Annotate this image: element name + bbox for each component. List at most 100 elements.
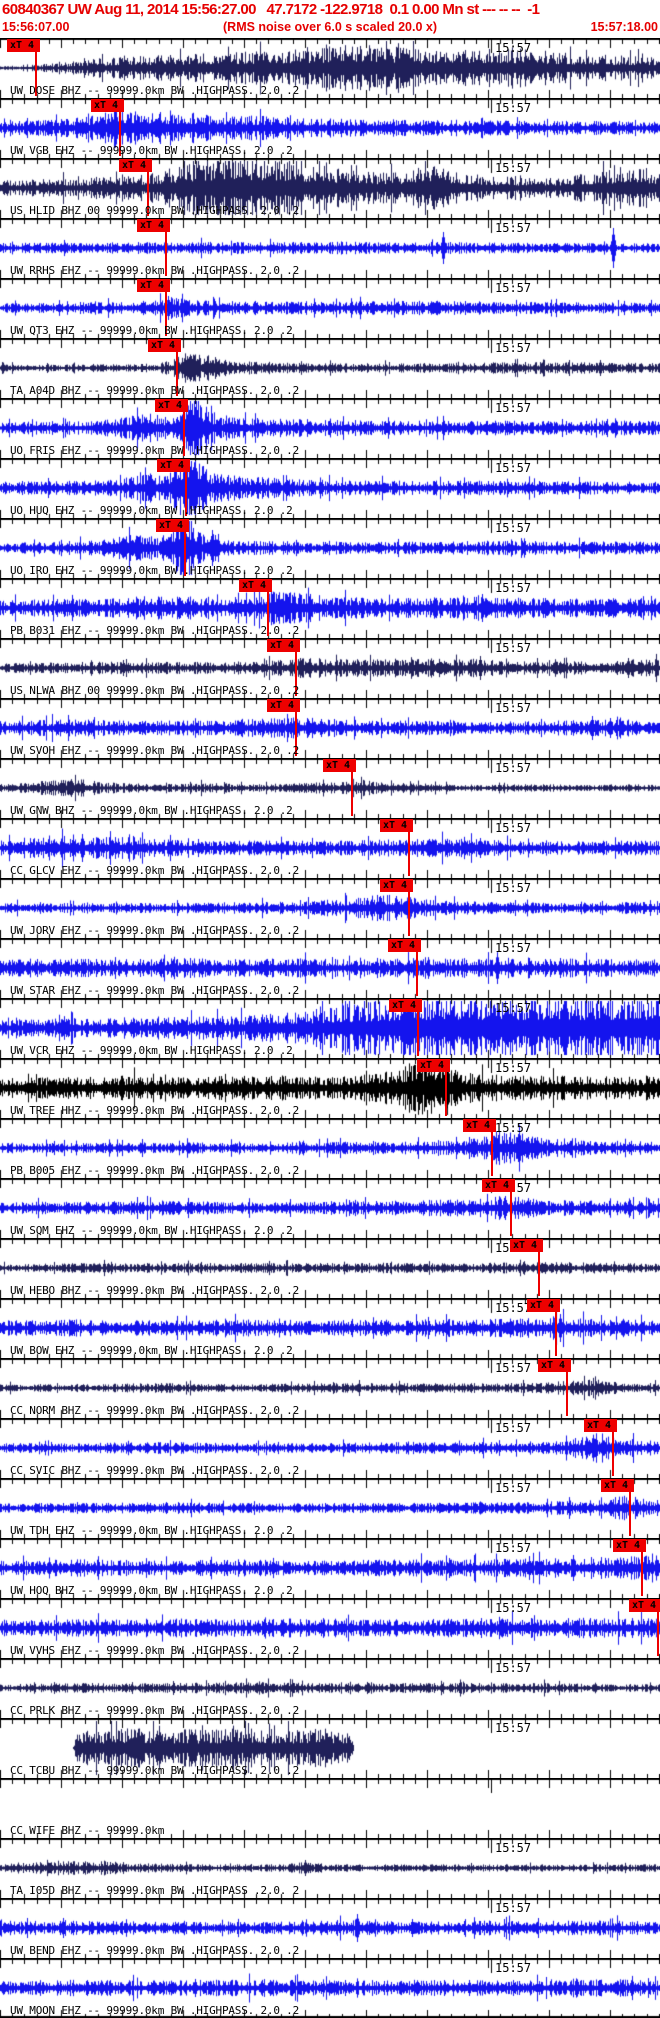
minute-time-label: 15:57 [495, 821, 532, 835]
station-label: UW VCR EHZ -- 99999.0km BW .HIGHPASS. 2.… [10, 1044, 293, 1057]
station-label: UW QT3 EHZ -- 99999.0km BW .HIGHPASS. 2.… [10, 324, 293, 337]
time-window-bar: 15:56:07.00 (RMS noise over 6.0 s scaled… [0, 19, 660, 36]
minute-time-label: 15:57 [495, 1421, 532, 1435]
station-label: CC WIFE BHZ -- 99999.0km [10, 1824, 165, 1837]
pick-flag[interactable]: xT 4 [7, 39, 40, 52]
pick-flag[interactable]: xT 4 [155, 399, 188, 412]
minute-time-label: 15:57 [495, 1001, 532, 1015]
pick-flag[interactable]: xT 4 [584, 1419, 617, 1432]
trace-row-uw-tdh-ehz: 15:57 xT 4 UW TDH EHZ -- 99999.0km BW .HIG… [0, 1478, 660, 1538]
minute-time-label: 15:57 [495, 401, 532, 415]
minute-time-label: 15:57 [495, 761, 532, 775]
pick-flag[interactable]: xT 4 [137, 219, 170, 232]
minute-time-label: 15:57 [495, 1601, 532, 1615]
station-label: UW SQM EHZ -- 99999.0km BW .HIGHPASS. 2.… [10, 1224, 293, 1237]
station-label: UW BOW EHZ -- 99999.0km BW .HIGHPASS. 2.… [10, 1344, 293, 1357]
trace-row-uw-rrhs-ehz: 15:57 xT 4 UW RRHS EHZ -- 99999.0km BW .HI… [0, 218, 660, 278]
pick-flag[interactable]: xT 4 [527, 1299, 560, 1312]
pick-flag[interactable]: xT 4 [463, 1119, 496, 1132]
minute-time-label: 15:57 [495, 881, 532, 895]
minute-time-label: 15:57 [495, 1301, 532, 1315]
pick-flag[interactable]: xT 4 [137, 279, 170, 292]
event-summary-line: 60840367 UW Aug 11, 2014 15:56:27.00 47.… [2, 1, 540, 18]
trace-row-uw-bend-ehz: 15:57 UW BEND EHZ -- 99999.0km BW .HIGHPA… [0, 1898, 660, 1958]
pick-flag[interactable]: xT 4 [380, 819, 413, 832]
trace-row-uw-jorv-ehz: 15:57 xT 4 UW JORV EHZ -- 99999.0km BW .HI… [0, 878, 660, 938]
trace-row-uw-vcr-ehz: 15:57 xT 4 UW VCR EHZ -- 99999.0km BW .HIG… [0, 998, 660, 1058]
minute-time-label: 15:57 [495, 641, 532, 655]
minute-time-label: 15:57 [495, 101, 532, 115]
station-label: UW RRHS EHZ -- 99999.0km BW .HIGHPASS. 2… [10, 264, 300, 277]
pick-flag[interactable]: xT 4 [482, 1179, 515, 1192]
pick-flag[interactable]: xT 4 [239, 579, 272, 592]
station-label: UW TREE HHZ -- 99999.0km BW .HIGHPASS. 2… [10, 1104, 300, 1117]
station-label: UW STAR EHZ -- 99999.0km BW .HIGHPASS. 2… [10, 984, 300, 997]
station-label: UO FRIS EHZ -- 99999.0km BW .HIGHPASS. 2… [10, 444, 300, 457]
pick-flag[interactable]: xT 4 [380, 879, 413, 892]
station-label: UW BEND EHZ -- 99999.0km BW .HIGHPASS. 2… [10, 1944, 300, 1957]
minute-time-label: 15:57 [495, 1541, 532, 1555]
pick-flag[interactable]: xT 4 [538, 1359, 571, 1372]
station-label: UW GNW BHZ -- 99999.0km BW .HIGHPASS. 2.… [10, 804, 293, 817]
pick-flag[interactable]: xT 4 [119, 159, 152, 172]
minute-time-label: 15:57 [495, 461, 532, 475]
trace-row-uw-dose-bhz: 15:57 xT 4 UW DOSE BHZ -- 99999.0km BW .HI… [0, 38, 660, 98]
station-label: UW VGB EHZ -- 99999.0km BW .HIGHPASS. 2.… [10, 144, 293, 157]
pick-flag[interactable]: xT 4 [629, 1599, 660, 1612]
station-label: UW TDH EHZ -- 99999.0km BW .HIGHPASS. 2.… [10, 1524, 293, 1537]
station-label: TA I05D BHZ -- 99999.0km BW .HIGHPASS .2… [10, 1884, 300, 1897]
station-label: PB B031 EHZ -- 99999.0km BW .HIGHPASS. 2… [10, 624, 300, 637]
station-label: UW HEBO BHZ -- 99999.0km BW .HIGHPASS. 2… [10, 1284, 300, 1297]
pick-flag[interactable]: xT 4 [613, 1539, 646, 1552]
minute-time-label: 15:57 [495, 1061, 532, 1075]
trace-row-pb-b031-ehz: 15:57 xT 4 PB B031 EHZ -- 99999.0km BW .HI… [0, 578, 660, 638]
window-end-time: 15:57:18.00 [590, 20, 658, 34]
pick-flag[interactable]: xT 4 [156, 519, 189, 532]
trace-row-uw-sqm-ehz: 15:57xT 4UW SQM EHZ -- 99999.0km BW .HIG… [0, 1178, 660, 1238]
trace-row-ta-a04d-bhz: 15:57 xT 4 TA A04D BHZ -- 99999.0km BW .HI… [0, 338, 660, 398]
pick-flag[interactable]: xT 4 [389, 999, 422, 1012]
station-label: CC GLCV EHZ -- 99999.0km BW .HIGHPASS. 2… [10, 864, 300, 877]
pick-flag[interactable]: xT 4 [148, 339, 181, 352]
trace-row-cc-tcbu-bhz: 15:57 CC TCBU BHZ -- 99999.0km BW .HIGHPA… [0, 1718, 660, 1778]
minute-time-label: 15:57 [495, 281, 532, 295]
station-label: CC SVIC BHZ -- 99999.0km BW .HIGHPASS. 2… [10, 1464, 300, 1477]
station-label: US NLWA BHZ 00 99999.0km BW .HIGHPASS. 2… [10, 684, 300, 697]
pick-flag[interactable]: xT 4 [601, 1479, 634, 1492]
trace-row-uo-iro-ehz: 15:57 xT 4 UO IRO EHZ -- 99999.0km BW .HIG… [0, 518, 660, 578]
pick-flag[interactable]: xT 4 [417, 1059, 450, 1072]
trace-row-ta-i05d-bhz: 15:57 TA I05D BHZ -- 99999.0km BW .HIGHPA… [0, 1838, 660, 1898]
pick-flag[interactable]: xT 4 [388, 939, 421, 952]
station-label: CC PRLK BHZ -- 99999.0km BW .HIGHPASS. 2… [10, 1704, 300, 1717]
trace-row-uw-bow-ehz: 15:57 xT 4 UW BOW EHZ -- 99999.0km BW .HIG… [0, 1298, 660, 1358]
minute-time-label: 15:57 [495, 521, 532, 535]
pick-flag[interactable]: xT 4 [91, 99, 124, 112]
trace-row-uw-vgb-ehz: 15:57 xT 4 UW VGB EHZ -- 99999.0km BW .HIG… [0, 98, 660, 158]
trace-row-uw-vvhs-ehz: 15:57 xT 4 UW VVHS EHZ -- 99999.0km BW .HI… [0, 1598, 660, 1658]
window-start-time: 15:56:07.00 [2, 20, 70, 34]
trace-row-uw-hoq-bhz: 15:57 xT 4 UW HOQ BHZ -- 99999.0km BW .HIG… [0, 1538, 660, 1598]
station-label: TA A04D BHZ -- 99999.0km BW .HIGHPASS. 2… [10, 384, 300, 397]
pick-flag[interactable]: xT 4 [267, 639, 300, 652]
trace-row-uw-svoh-ehz: 15:57 xT 4 UW SVOH EHZ -- 99999.0km BW .HI… [0, 698, 660, 758]
pick-flag[interactable]: xT 4 [267, 699, 300, 712]
trace-row-cc-prlk-bhz: 15:57 CC PRLK BHZ -- 99999.0km BW .HIGHPA… [0, 1658, 660, 1718]
trace-row-us-hlid-bhz-00: 15:57 xT 4 US HLID BHZ 00 99999.0km BW .HI… [0, 158, 660, 218]
minute-time-label: 15:57 [495, 161, 532, 175]
trace-row-cc-svic-bhz: 15:57 xT 4 CC SVIC BHZ -- 99999.0km BW .HI… [0, 1418, 660, 1478]
trace-row-uw-gnw-bhz: 15:57 xT 4 UW GNW BHZ -- 99999.0km BW .HIG… [0, 758, 660, 818]
trace-row-cc-glcv-ehz: 15:57 xT 4 CC GLCV EHZ -- 99999.0km BW .HI… [0, 818, 660, 878]
pick-flag[interactable]: xT 4 [157, 459, 190, 472]
rms-scale-note: (RMS noise over 6.0 s scaled 20.0 x) [223, 20, 437, 34]
station-label: UW JORV EHZ -- 99999.0km BW .HIGHPASS. 2… [10, 924, 300, 937]
station-label: CC NORM BHZ -- 99999.0km BW .HIGHPASS. 2… [10, 1404, 300, 1417]
trace-row-uw-tree-hhz: 15:57 xT 4 UW TREE HHZ -- 99999.0km BW .HI… [0, 1058, 660, 1118]
trace-row-uw-qt3-ehz: 15:57 xT 4 UW QT3 EHZ -- 99999.0km BW .HIG… [0, 278, 660, 338]
station-label: UW HOQ BHZ -- 99999.0km BW .HIGHPASS. 2.… [10, 1584, 293, 1597]
minute-time-label: 15:57 [495, 1961, 532, 1975]
minute-time-label: 15:57 [495, 1121, 532, 1135]
pick-flag[interactable]: xT 4 [323, 759, 356, 772]
trace-row-uw-star-ehz: 15:57 xT 4 UW STAR EHZ -- 99999.0km BW .HI… [0, 938, 660, 998]
minute-time-label: 15:57 [495, 1361, 532, 1375]
pick-flag[interactable]: xT 4 [510, 1239, 543, 1252]
